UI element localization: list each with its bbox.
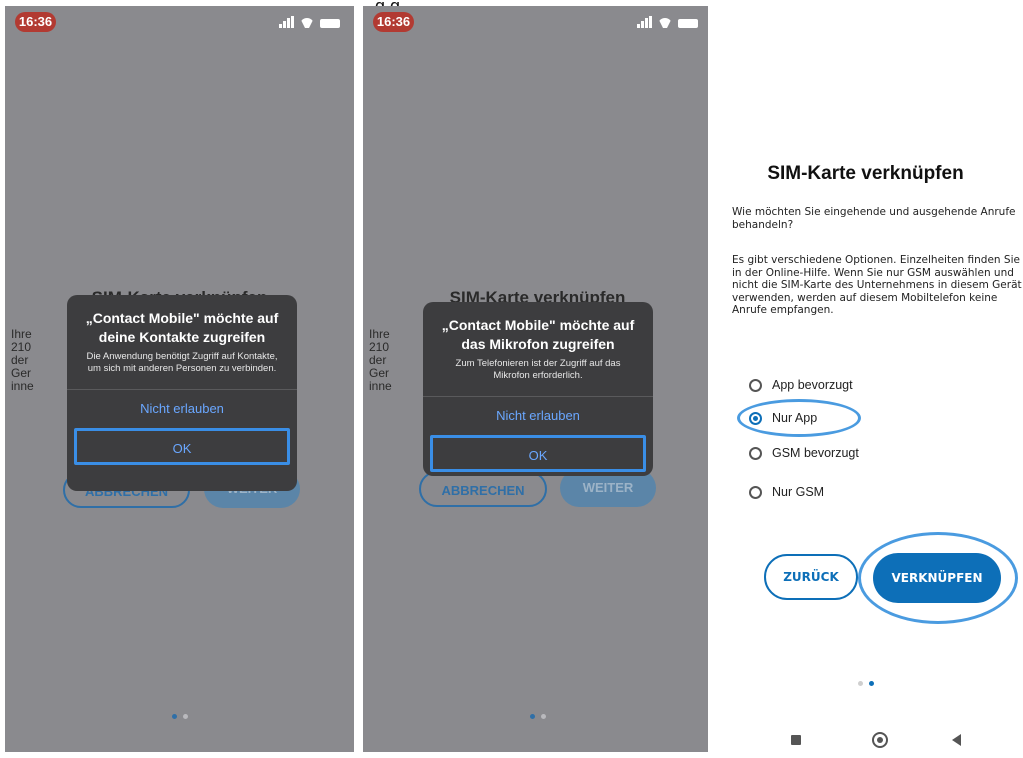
alert-title: „Contact Mobile" möchte auf deine Kontak… xyxy=(85,310,279,345)
page-indicator xyxy=(5,706,354,724)
page-title: SIM-Karte verknüpfen xyxy=(767,163,964,184)
battery-icon xyxy=(678,19,698,28)
status-time: 16:36 xyxy=(373,12,414,32)
android-screen-link-sim: SIM-Karte verknüpfen Wie möchten Sie ein… xyxy=(708,6,1023,758)
nav-home-icon[interactable] xyxy=(872,732,888,748)
alert-message: Die Anwendung benötigt Zugriff auf Konta… xyxy=(86,351,278,374)
signal-icon xyxy=(279,16,294,28)
status-icons xyxy=(279,14,340,28)
navigation-bar xyxy=(708,732,1023,752)
deny-button[interactable]: Nicht erlauben xyxy=(67,390,297,427)
battery-icon xyxy=(320,19,340,28)
permission-alert: „Contact Mobile" möchte auf das Mikrofon… xyxy=(423,302,653,476)
option-app-only[interactable]: Nur App xyxy=(749,408,817,428)
option-gsm-preferred[interactable]: GSM bevorzugt xyxy=(749,443,859,463)
cancel-button[interactable]: ABBRECHEN xyxy=(419,471,547,507)
ios-screen-contacts-permission: 16:36 SIM-Karte verknüpfen Ihre 210 der … xyxy=(5,6,354,752)
permission-alert: „Contact Mobile" möchte auf deine Kontak… xyxy=(67,295,297,491)
radio-unchecked-icon xyxy=(749,446,762,460)
ok-button[interactable]: OK xyxy=(74,428,290,465)
nav-recents-icon[interactable] xyxy=(791,735,801,745)
radio-unchecked-icon xyxy=(749,485,762,499)
option-app-preferred[interactable]: App bevorzugt xyxy=(749,375,853,395)
nav-back-icon[interactable] xyxy=(952,734,961,746)
link-button[interactable]: VERKNÜPFEN xyxy=(873,553,1001,603)
ios-screen-microphone-permission: 16:36 SIM-Karte verknüpfen Ihre 210 der … xyxy=(363,6,712,752)
ok-button[interactable]: OK xyxy=(430,435,646,472)
radio-checked-icon xyxy=(749,411,762,425)
wifi-icon xyxy=(300,18,314,28)
status-time: 16:36 xyxy=(15,12,56,32)
deny-button[interactable]: Nicht erlauben xyxy=(423,397,653,434)
background-body-text: Ihre 210 der Ger inne xyxy=(369,327,392,393)
status-icons xyxy=(637,14,698,28)
back-button[interactable]: ZURÜCK xyxy=(764,554,858,600)
alert-message: Zum Telefonieren ist der Zugriff auf das… xyxy=(455,358,621,381)
question-text: Wie möchten Sie eingehende und ausgehend… xyxy=(732,206,1016,231)
signal-icon xyxy=(637,16,652,28)
description-text: Es gibt verschiedene Optionen. Einzelhei… xyxy=(732,254,1022,316)
page-indicator xyxy=(708,673,1023,691)
option-gsm-only[interactable]: Nur GSM xyxy=(749,482,824,502)
background-body-text: Ihre 210 der Ger inne xyxy=(11,327,34,393)
wifi-icon xyxy=(658,18,672,28)
page-indicator xyxy=(363,706,712,724)
radio-unchecked-icon xyxy=(749,378,762,392)
alert-title: „Contact Mobile" möchte auf das Mikrofon… xyxy=(441,317,635,352)
